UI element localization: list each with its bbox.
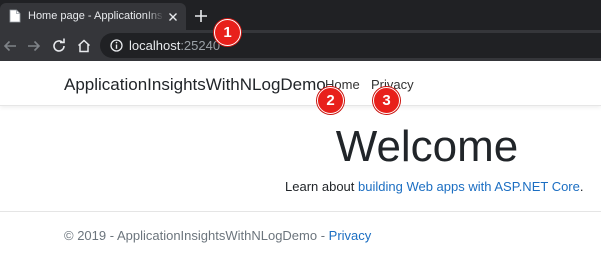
footer-privacy-link[interactable]: Privacy [329,228,372,243]
tab-title-fade [146,8,164,25]
learn-about-text: Learn about building Web apps with ASP.N… [285,179,584,195]
callout-badge-3: 3 [373,87,400,114]
info-icon[interactable] [110,39,123,52]
footer: © 2019 - ApplicationInsightsWithNLogDemo… [64,228,371,244]
footer-text: © 2019 - ApplicationInsightsWithNLogDemo… [64,228,329,243]
aspnet-docs-link[interactable]: building Web apps with ASP.NET Core [358,179,580,194]
brand-link[interactable]: ApplicationInsightsWithNLogDemo [64,75,326,95]
site-navbar: ApplicationInsightsWithNLogDemo Home Pri… [0,61,601,106]
plus-icon[interactable] [193,8,209,24]
callout-badge-1: 1 [214,19,241,46]
browser-tab-strip: Home page - ApplicationInsightsWithNLogD… [0,0,601,30]
welcome-heading: Welcome [335,122,519,171]
browser-tab[interactable]: Home page - ApplicationInsightsWithNLogD… [0,3,186,30]
browser-toolbar: localhost:25240 [0,30,601,61]
tab-title: Home page - ApplicationInsightsWithNLogD… [28,10,162,22]
arrow-left-icon[interactable] [2,38,18,54]
learn-suffix: . [579,179,584,194]
callout-badge-2: 2 [317,87,344,114]
address-bar[interactable]: localhost:25240 [100,33,601,58]
home-icon[interactable] [76,38,92,54]
url-text: localhost:25240 [129,39,220,53]
footer-divider [0,211,601,212]
page-icon [9,9,21,23]
url-port: :25240 [180,38,221,53]
url-host: localhost [129,38,181,53]
close-icon[interactable] [167,11,179,23]
reload-icon[interactable] [51,38,67,54]
learn-prefix: Learn about [285,179,359,194]
arrow-right-icon[interactable] [26,38,42,54]
